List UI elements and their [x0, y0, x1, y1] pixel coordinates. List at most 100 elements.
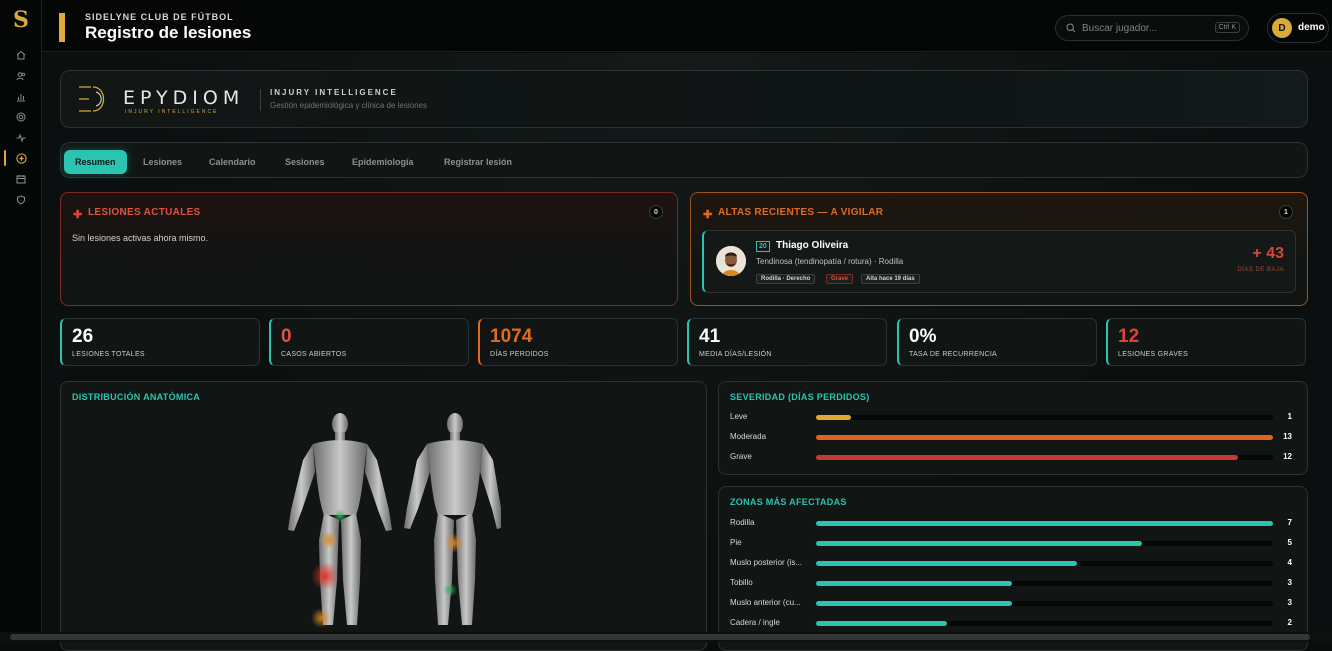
tab-resumen[interactable]: Resumen — [64, 150, 127, 174]
calendar-icon[interactable] — [11, 169, 31, 189]
app-logo[interactable]: S — [9, 8, 33, 32]
bar-fill — [816, 601, 1013, 606]
zones-card: ZONAS MÁS AFECTADAS Rodilla 7 Pie 5 Muslo po… — [718, 486, 1308, 651]
avatar: D — [1272, 18, 1292, 38]
injury-icon[interactable] — [11, 148, 31, 168]
bar-label: Rodilla — [730, 518, 755, 527]
stat-card: 12 LESIONES GRAVES — [1106, 318, 1306, 366]
injury-description: Tendinosa (tendinopatía / rotura) · Rodi… — [756, 257, 904, 266]
player-avatar — [716, 246, 746, 276]
severity-title: SEVERIDAD (DÍAS PERDIDOS) — [730, 392, 870, 402]
users-icon[interactable] — [11, 66, 31, 86]
brand-wordmark-sub: INJURY INTELLIGENCE — [125, 109, 219, 115]
main-content: EPYDIOM INJURY INTELLIGENCE INJURY INTEL… — [42, 53, 1332, 651]
user-menu[interactable]: D demo — [1267, 13, 1329, 43]
scrollbar-thumb[interactable] — [10, 634, 1310, 640]
stat-card: 41 MEDIA DÍAS/LESIÓN — [687, 318, 887, 366]
user-name: demo — [1298, 22, 1325, 33]
bar-row: Cadera / ingle 2 — [730, 618, 1298, 630]
chip-discharge-date: Alta hace 19 días — [861, 274, 920, 284]
plus-icon: ✚ — [703, 209, 713, 221]
bar-row: Muslo posterior (is... 4 — [730, 558, 1298, 570]
recent-discharges-count: 1 — [1279, 205, 1293, 219]
home-icon[interactable] — [11, 45, 31, 65]
bar-track — [816, 581, 1273, 586]
hotspot-calf — [443, 583, 457, 597]
current-injuries-title: LESIONES ACTUALES — [88, 207, 201, 218]
tab-lesiones[interactable]: Lesiones — [132, 150, 193, 174]
bar-label: Muslo anterior (cu... — [730, 598, 801, 607]
bar-fill — [816, 435, 1273, 440]
bar-track — [816, 541, 1273, 546]
club-name: SIDELYNE CLUB DE FÚTBOL — [85, 12, 234, 22]
stat-value: 41 — [699, 326, 721, 347]
brand-description: Gestión epidemiológica y clínica de lesi… — [270, 101, 427, 110]
stat-label: MEDIA DÍAS/LESIÓN — [699, 351, 772, 358]
stat-label: LESIONES GRAVES — [1118, 351, 1189, 358]
tab-calendario[interactable]: Calendario — [198, 150, 267, 174]
horizontal-scrollbar[interactable] — [0, 632, 1332, 642]
player-name[interactable]: Thiago Oliveira — [776, 240, 848, 251]
bar-fill — [816, 521, 1273, 526]
tab-sesiones[interactable]: Sesiones — [274, 150, 336, 174]
current-injuries-count: 0 — [649, 205, 663, 219]
bar-label: Pie — [730, 538, 742, 547]
bar-row: Moderada 13 — [730, 432, 1298, 444]
bar-track — [816, 601, 1273, 606]
bar-track — [816, 561, 1273, 566]
hotspot-knee — [311, 562, 339, 590]
tab-epidemiologia[interactable]: Epidemiología — [341, 150, 425, 174]
bar-value: 3 — [1287, 598, 1292, 607]
bar-row: Leve 1 — [730, 412, 1298, 424]
bar-label: Tobillo — [730, 578, 753, 587]
plus-icon: ✚ — [73, 209, 83, 221]
bar-row: Pie 5 — [730, 538, 1298, 550]
severity-card: SEVERIDAD (DÍAS PERDIDOS) Leve 1 Moderada 1… — [718, 381, 1308, 475]
page-title: Registro de lesiones — [85, 23, 252, 42]
brand-tagline: INJURY INTELLIGENCE — [270, 88, 398, 97]
current-injuries-empty: Sin lesiones activas ahora mismo. — [72, 233, 209, 243]
bar-label: Moderada — [730, 432, 767, 441]
discharge-item[interactable]: 20 Thiago Oliveira Tendinosa (tendinopat… — [702, 230, 1296, 293]
shield-icon[interactable] — [11, 190, 31, 210]
tab-registrar-lesion[interactable]: Registrar lesión — [433, 150, 523, 174]
stat-card: 0 CASOS ABIERTOS — [269, 318, 469, 366]
current-injuries-card: ✚ LESIONES ACTUALES 0 Sin lesiones activ… — [60, 192, 678, 306]
sidebar-active-indicator — [4, 150, 6, 166]
bar-value: 4 — [1287, 558, 1292, 567]
bar-chart-icon[interactable] — [11, 87, 31, 107]
zones-title: ZONAS MÁS AFECTADAS — [730, 497, 847, 507]
bar-label: Grave — [730, 452, 752, 461]
bar-track — [816, 621, 1273, 626]
stat-value: 0 — [281, 326, 292, 347]
anatomy-card: DISTRIBUCIÓN ANATÓMICA — [60, 381, 707, 651]
stat-label: CASOS ABIERTOS — [281, 351, 347, 358]
bar-label: Muslo posterior (is... — [730, 558, 803, 567]
chip-severity: Grave — [826, 274, 854, 284]
hotspot-hamstring — [444, 533, 464, 553]
target-icon[interactable] — [11, 107, 31, 127]
player-number-badge: 20 — [756, 241, 770, 252]
bar-fill — [816, 581, 1013, 586]
stat-label: LESIONES TOTALES — [72, 351, 145, 358]
bar-value: 1 — [1287, 412, 1292, 421]
brand-wordmark: EPYDIOM — [123, 87, 245, 109]
topbar: SIDELYNE CLUB DE FÚTBOL Registro de lesi… — [42, 0, 1332, 52]
chip-location: Rodilla · Derecho — [756, 274, 816, 284]
bar-row: Rodilla 7 — [730, 518, 1298, 530]
recent-discharges-card: ✚ ALTAS RECIENTES — A VIGILAR 1 20 Thiag… — [690, 192, 1308, 306]
bar-fill — [816, 561, 1077, 566]
activity-icon[interactable] — [11, 128, 31, 148]
bar-value: 5 — [1287, 538, 1292, 547]
sidebar: S — [0, 0, 42, 642]
bar-value: 7 — [1287, 518, 1292, 527]
stat-card: 26 LESIONES TOTALES — [60, 318, 260, 366]
bar-row: Grave 12 — [730, 452, 1298, 464]
tab-bar: Resumen Lesiones Calendario Sesiones Epi… — [60, 142, 1308, 178]
hotspot-thigh — [320, 531, 338, 549]
body-map — [288, 413, 501, 628]
anatomy-title: DISTRIBUCIÓN ANATÓMICA — [72, 392, 201, 402]
bar-track — [816, 415, 1273, 420]
search-input[interactable]: Buscar jugador... Ctrl K — [1055, 15, 1249, 41]
hotspot-groin — [333, 509, 347, 523]
